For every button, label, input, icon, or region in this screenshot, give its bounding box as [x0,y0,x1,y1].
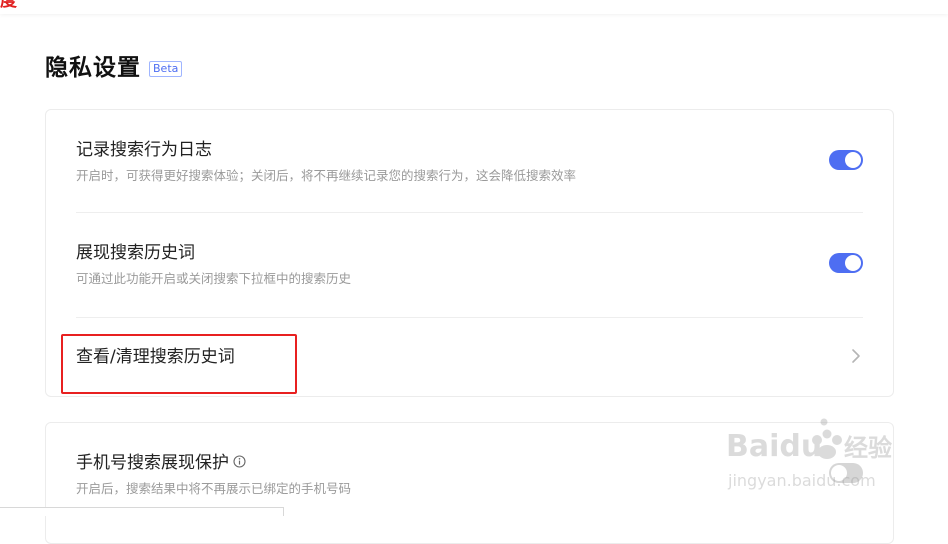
setting-title: 展现搜索历史词 [76,243,195,263]
header-fragment-text: 度 [0,0,17,11]
red-highlight-box [61,334,297,394]
setting-title: 记录搜索行为日志 [76,140,212,160]
watermark-url: jingyan.baidu.com [727,471,876,490]
watermark-cn: 经验 [844,434,892,462]
show-history-toggle[interactable] [829,253,863,273]
chevron-right-icon[interactable] [849,346,863,366]
setting-description: 开启时，可获得更好搜索体验；关闭后，将不再继续记录您的搜索行为，这会降低搜索效率 [76,168,577,183]
record-search-log-toggle[interactable] [829,150,863,170]
top-bar [0,0,948,14]
toggle-knob [845,152,861,168]
watermark-brand: Baidu [726,429,822,464]
setting-description: 可通过此功能开启或关闭搜索下拉框中的搜索历史 [76,271,352,286]
beta-badge: Beta [149,61,183,77]
toggle-knob [845,255,861,271]
setting-row-show-history: 展现搜索历史词 可通过此功能开启或关闭搜索下拉框中的搜索历史 [76,241,863,288]
divider [76,317,863,318]
phone-protection-title: 手机号搜索展现保护 [76,453,229,473]
page-title: 隐私设置 [45,55,141,81]
baidu-jingyan-watermark: Baidu 经验 jingyan.baidu.com [726,418,892,490]
info-icon[interactable] [233,455,246,468]
setting-row-record-search-log: 记录搜索行为日志 开启时，可获得更好搜索体验；关闭后，将不再继续记录您的搜索行为… [76,138,863,185]
divider [76,212,863,213]
